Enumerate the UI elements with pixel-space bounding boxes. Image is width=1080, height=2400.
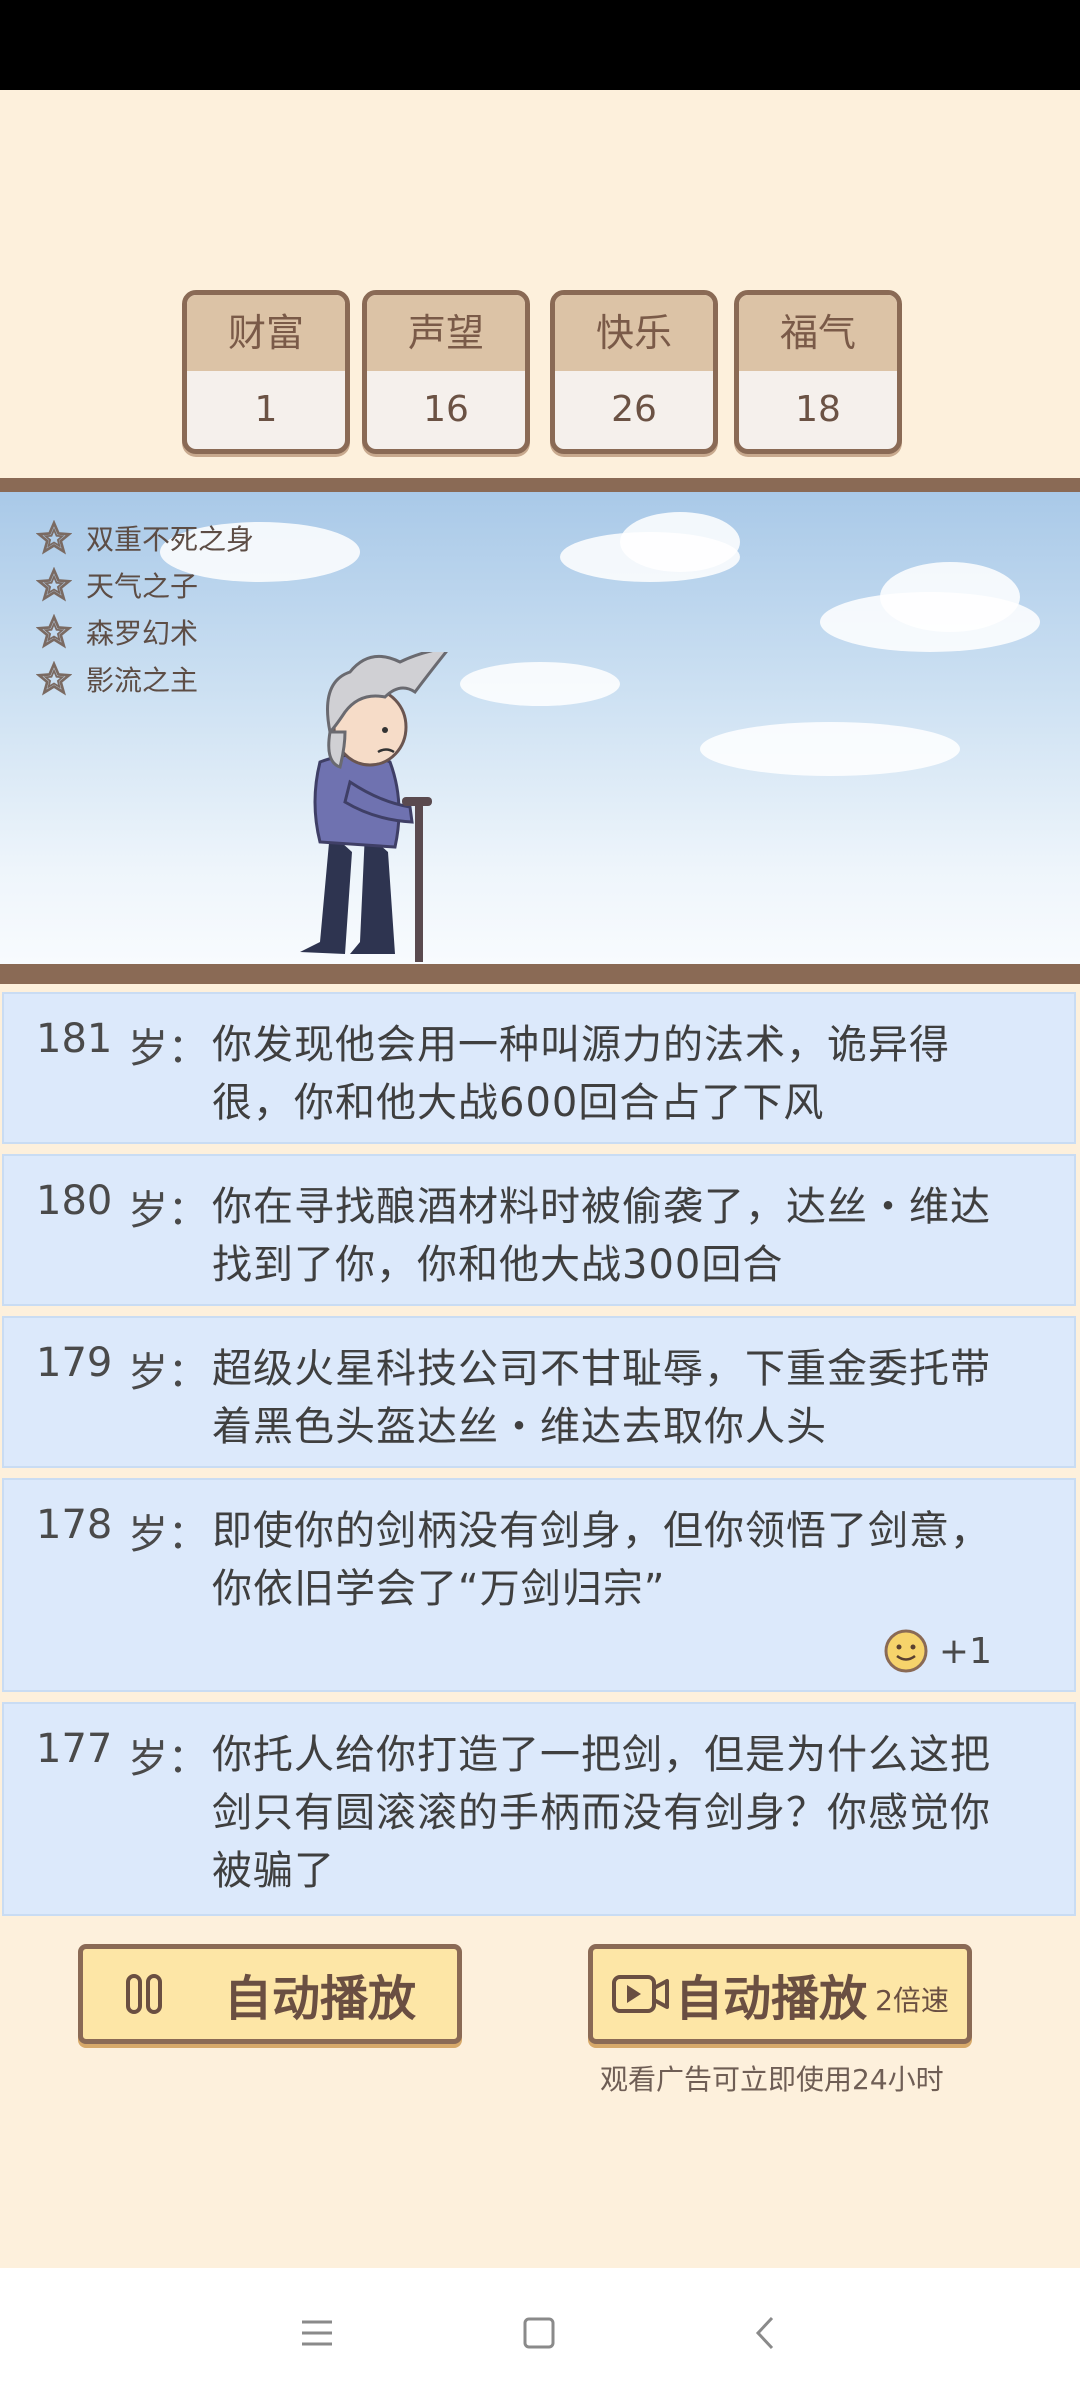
entry-text: 超级火星科技公司不甘耻辱，下重金委托带着黑色头盔达丝・维达去取你人头	[212, 1346, 991, 1450]
entry-text: 你发现他会用一种叫源力的法术，诡异得很，你和他大战600回合占了下风	[212, 1022, 950, 1126]
scene: 双重不死之身 天气之子 森罗幻术 影流之主	[0, 492, 1080, 964]
old-man-character	[300, 652, 448, 962]
trait-item: 天气之子	[36, 561, 254, 608]
cloud-shape	[620, 512, 740, 572]
stats-panel: 财富 1 声望 16 快乐 26 福气 18	[0, 290, 1080, 454]
reward-badge: +1	[883, 1628, 992, 1674]
stat-reputation: 声望 16	[362, 290, 530, 454]
stat-value: 16	[423, 389, 469, 430]
star-outline-icon	[36, 566, 72, 601]
stat-value: 18	[795, 389, 841, 430]
stat-label: 快乐	[555, 295, 713, 371]
smiley-face-icon	[884, 1629, 928, 1673]
entry-age: 181	[36, 1016, 113, 1062]
entry-age-unit: 岁：	[128, 1026, 208, 1072]
trait-label: 双重不死之身	[86, 522, 255, 556]
stat-wealth: 财富 1	[182, 290, 350, 454]
entry-text: 你托人给你打造了一把剑，但是为什么这把剑只有圆滚滚的手柄而没有剑身？你感觉你被骗…	[212, 1732, 991, 1894]
stat-value: 1	[254, 389, 278, 430]
log-entry: 177 岁： 你托人给你打造了一把剑，但是为什么这把剑只有圆滚滚的手柄而没有剑身…	[2, 1702, 1076, 1916]
stat-label: 声望	[367, 295, 525, 371]
autoplay-ad-button[interactable]: 自动播放 2倍速	[588, 1944, 972, 2044]
trait-item: 双重不死之身	[36, 514, 254, 561]
trait-label: 影流之主	[86, 663, 199, 697]
autoplay-button[interactable]: 自动播放	[78, 1944, 462, 2044]
entry-age: 178	[36, 1502, 113, 1548]
ad-note: 观看广告可立即使用24小时	[600, 2063, 944, 2096]
entry-text: 即使你的剑柄没有剑身，但你领悟了剑意，你依旧学会了“万剑归宗”	[212, 1508, 991, 1612]
log-entry: 178 岁： 即使你的剑柄没有剑身，但你领悟了剑意，你依旧学会了“万剑归宗” +…	[2, 1478, 1076, 1692]
entry-age-unit: 岁：	[128, 1188, 208, 1234]
autoplay-label: 自动播放	[223, 1971, 416, 2027]
back-icon[interactable]	[742, 2308, 792, 2358]
entry-age-unit: 岁：	[128, 1512, 208, 1558]
log-entry: 180 岁： 你在寻找酿酒材料时被偷袭了，达丝・维达找到了你，你和他大战300回…	[2, 1154, 1076, 1306]
log-entry: 181 岁： 你发现他会用一种叫源力的法术，诡异得很，你和他大战600回合占了下…	[2, 992, 1076, 1144]
status-bar	[0, 0, 1080, 90]
stat-label: 福气	[739, 295, 897, 371]
pause-icon	[125, 1974, 162, 2014]
star-outline-icon	[36, 660, 72, 695]
trait-item: 影流之主	[36, 655, 254, 702]
scene-border-bottom	[0, 964, 1080, 984]
system-nav-bar	[0, 2268, 1080, 2400]
scene-border-top	[0, 478, 1080, 492]
entry-age-unit: 岁：	[128, 1736, 208, 1782]
speed-label: 2倍速	[875, 1984, 949, 2017]
entry-age: 177	[36, 1726, 113, 1772]
trait-label: 天气之子	[86, 569, 199, 603]
entry-age-unit: 岁：	[128, 1350, 208, 1396]
cloud-shape	[700, 722, 960, 776]
autoplay-ad-label: 自动播放	[675, 1971, 868, 2027]
cloud-shape	[460, 662, 620, 706]
entry-age: 180	[36, 1178, 113, 1224]
trait-item: 森罗幻术	[36, 608, 254, 655]
star-outline-icon	[36, 613, 72, 648]
entry-text: 你在寻找酿酒材料时被偷袭了，达丝・维达找到了你，你和他大战300回合	[212, 1184, 991, 1288]
trait-label: 森罗幻术	[86, 616, 199, 650]
home-icon[interactable]	[514, 2308, 564, 2358]
video-camera-icon	[612, 1975, 670, 2013]
trait-list: 双重不死之身 天气之子 森罗幻术 影流之主	[36, 514, 254, 702]
log-entry: 179 岁： 超级火星科技公司不甘耻辱，下重金委托带着黑色头盔达丝・维达去取你人…	[2, 1316, 1076, 1468]
life-log[interactable]: 181 岁： 你发现他会用一种叫源力的法术，诡异得很，你和他大战600回合占了下…	[0, 990, 1080, 1928]
entry-age: 179	[36, 1340, 113, 1386]
stat-label: 财富	[187, 295, 345, 371]
star-outline-icon	[36, 519, 72, 554]
menu-icon[interactable]	[292, 2308, 342, 2358]
reward-value: +1	[938, 1630, 992, 1672]
stat-happiness: 快乐 26	[550, 290, 718, 454]
stat-value: 26	[611, 389, 657, 430]
cloud-shape	[880, 562, 1020, 632]
stat-fortune: 福气 18	[734, 290, 902, 454]
